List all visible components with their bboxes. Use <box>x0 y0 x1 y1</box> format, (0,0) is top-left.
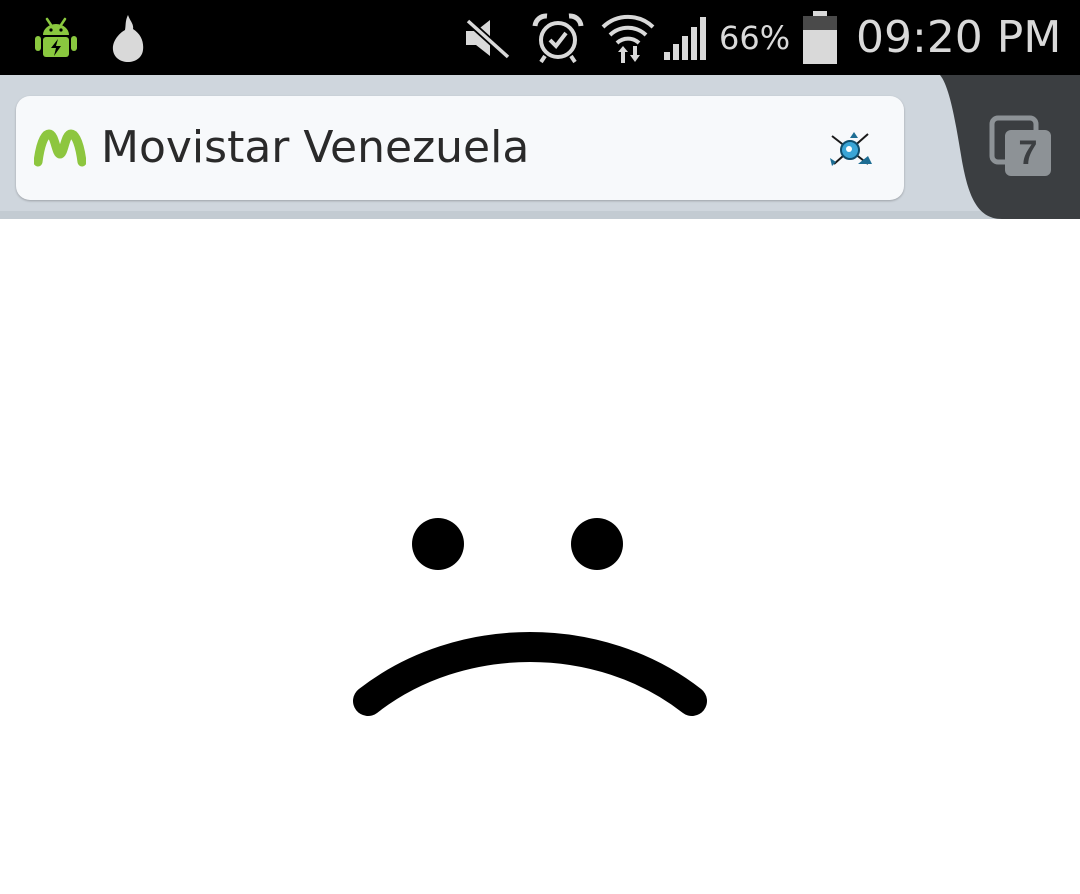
alarm-icon <box>532 0 584 75</box>
onion-icon <box>108 0 148 75</box>
sad-face-icon <box>353 518 707 716</box>
toolbar-divider <box>0 211 1080 219</box>
page-content <box>0 219 1080 894</box>
tab-switcher-button[interactable]: 7 <box>940 75 1080 219</box>
movistar-logo-icon <box>33 126 87 168</box>
wifi-icon <box>600 0 656 75</box>
page-title: Movistar Venezuela <box>101 122 530 173</box>
battery-icon <box>800 0 840 75</box>
battery-percent: 66% <box>719 18 791 57</box>
status-time: 09:20 PM <box>856 11 1062 63</box>
android-charging-icon <box>32 0 80 75</box>
tab-count: 7 <box>1018 134 1038 172</box>
mute-icon <box>462 0 512 75</box>
signal-icon <box>662 0 712 75</box>
status-bar: 66% 09:20 PM <box>0 0 1080 75</box>
satellite-globe-icon[interactable] <box>828 130 874 168</box>
